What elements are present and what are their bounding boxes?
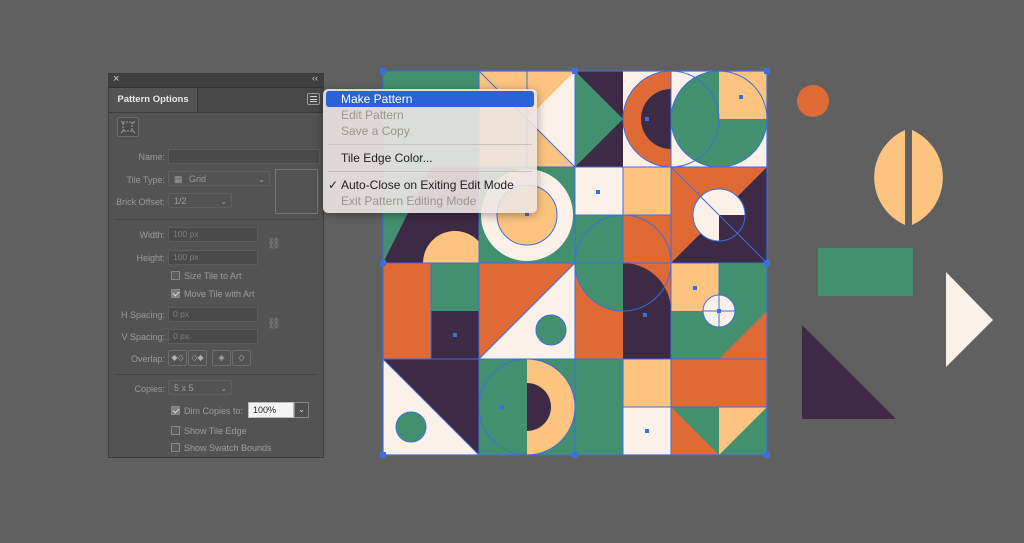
overlap-bottom-icon[interactable]: ◇: [232, 350, 251, 366]
tile-type-dropdown[interactable]: ▦ Grid ⌄: [168, 171, 270, 186]
right-half-circle[interactable]: [912, 130, 943, 225]
size-tile-checkbox[interactable]: [171, 271, 180, 280]
cream-triangle[interactable]: [946, 272, 993, 367]
copies-value: 5 x 5: [174, 383, 194, 393]
dim-copies-chevron-down-icon[interactable]: ⌄: [294, 402, 309, 418]
v-spacing-label: V Spacing:: [121, 332, 165, 342]
collapse-icon[interactable]: ‹‹: [312, 73, 318, 83]
menu-item-exit-pattern-editing: Exit Pattern Editing Mode: [341, 194, 477, 208]
chevron-down-icon: ⌄: [258, 175, 265, 184]
width-field[interactable]: 100 px: [168, 227, 258, 242]
move-tile-checkbox[interactable]: [171, 289, 180, 298]
pattern-options-panel: × ‹‹ Pattern Options Name: Tile Type: ▦ …: [108, 73, 324, 458]
name-label: Name:: [138, 152, 165, 162]
show-swatch-bounds-checkbox[interactable]: [171, 443, 180, 452]
divider: [115, 219, 317, 220]
copies-label: Copies:: [134, 384, 165, 394]
name-field[interactable]: [168, 149, 320, 164]
left-half-circle[interactable]: [874, 130, 905, 225]
tile-r2c3b: [623, 167, 671, 215]
panel-titlebar: × ‹‹: [109, 73, 323, 88]
tab-pattern-options[interactable]: Pattern Options: [109, 88, 198, 112]
tile-r4c4a: [671, 359, 767, 407]
link-icon[interactable]: ⛓: [267, 237, 281, 250]
tile-type-value: Grid: [189, 174, 207, 184]
height-field[interactable]: 100 px: [168, 250, 258, 265]
tile-type-label: Tile Type:: [126, 175, 165, 185]
show-tile-edge-checkbox[interactable]: [171, 426, 180, 435]
navy-triangle[interactable]: [802, 325, 896, 419]
link-icon[interactable]: ⛓: [267, 317, 281, 330]
overlap-right-icon[interactable]: ◇◆: [188, 350, 207, 366]
green-rectangle[interactable]: [818, 248, 913, 296]
menu-item-make-pattern[interactable]: Make Pattern: [326, 91, 534, 107]
menu-item-tile-edge-color[interactable]: Tile Edge Color...: [323, 150, 537, 166]
h-spacing-label: H Spacing:: [120, 310, 165, 320]
tile-r4c3b: [623, 359, 671, 407]
tile-r4c3a: [575, 359, 623, 455]
chevron-down-icon: ⌄: [220, 197, 227, 206]
dim-copies-label: Dim Copies to:: [184, 406, 244, 416]
panel-flyout-menu: Make Pattern Edit Pattern Save a Copy Ti…: [323, 89, 537, 213]
tile-r3c1b: [431, 263, 479, 311]
menu-item-edit-pattern: Edit Pattern: [341, 108, 404, 122]
grid-icon: ▦: [174, 174, 183, 184]
width-label: Width:: [139, 230, 165, 240]
brick-offset-dropdown[interactable]: 1/2 ⌄: [168, 193, 232, 208]
menu-item-auto-close-label: Auto-Close on Exiting Edit Mode: [341, 178, 514, 192]
show-swatch-bounds-label: Show Swatch Bounds: [184, 443, 272, 453]
chevron-down-icon: ⌄: [220, 384, 227, 393]
checkmark-icon: ✓: [328, 178, 339, 192]
brick-offset-value: 1/2: [174, 196, 187, 206]
show-tile-edge-label: Show Tile Edge: [184, 426, 247, 436]
overlap-left-icon[interactable]: ◆◇: [168, 350, 187, 366]
brick-offset-label: Brick Offset:: [116, 197, 165, 207]
v-spacing-field[interactable]: 0 px: [168, 329, 258, 344]
size-tile-label: Size Tile to Art: [184, 271, 242, 281]
menu-divider: [328, 144, 532, 145]
loose-shapes: [797, 85, 993, 419]
menu-item-auto-close[interactable]: ✓ Auto-Close on Exiting Edit Mode: [323, 177, 537, 193]
tile-r2c3c: [575, 215, 623, 263]
divider: [115, 374, 317, 375]
panel-tab-row: Pattern Options: [109, 88, 323, 113]
dim-copies-field[interactable]: 100%: [248, 402, 294, 418]
menu-divider: [328, 171, 532, 172]
overlap-top-icon[interactable]: ◈: [212, 350, 231, 366]
tile-r2c3d: [623, 215, 671, 263]
height-label: Height:: [136, 253, 165, 263]
h-spacing-field[interactable]: 0 px: [168, 307, 258, 322]
panel-menu-icon[interactable]: [307, 93, 320, 105]
move-tile-label: Move Tile with Art: [184, 289, 255, 299]
close-icon[interactable]: ×: [113, 73, 119, 85]
orange-circle[interactable]: [797, 85, 829, 117]
tile-r3c1a: [383, 263, 431, 359]
copies-dropdown[interactable]: 5 x 5 ⌄: [168, 380, 232, 395]
overlap-label: Overlap:: [130, 354, 165, 364]
tile-preview-box: [275, 169, 318, 214]
dim-copies-checkbox[interactable]: [171, 406, 180, 415]
menu-item-save-a-copy: Save a Copy: [341, 124, 410, 138]
tile-edit-icon[interactable]: [117, 117, 139, 137]
